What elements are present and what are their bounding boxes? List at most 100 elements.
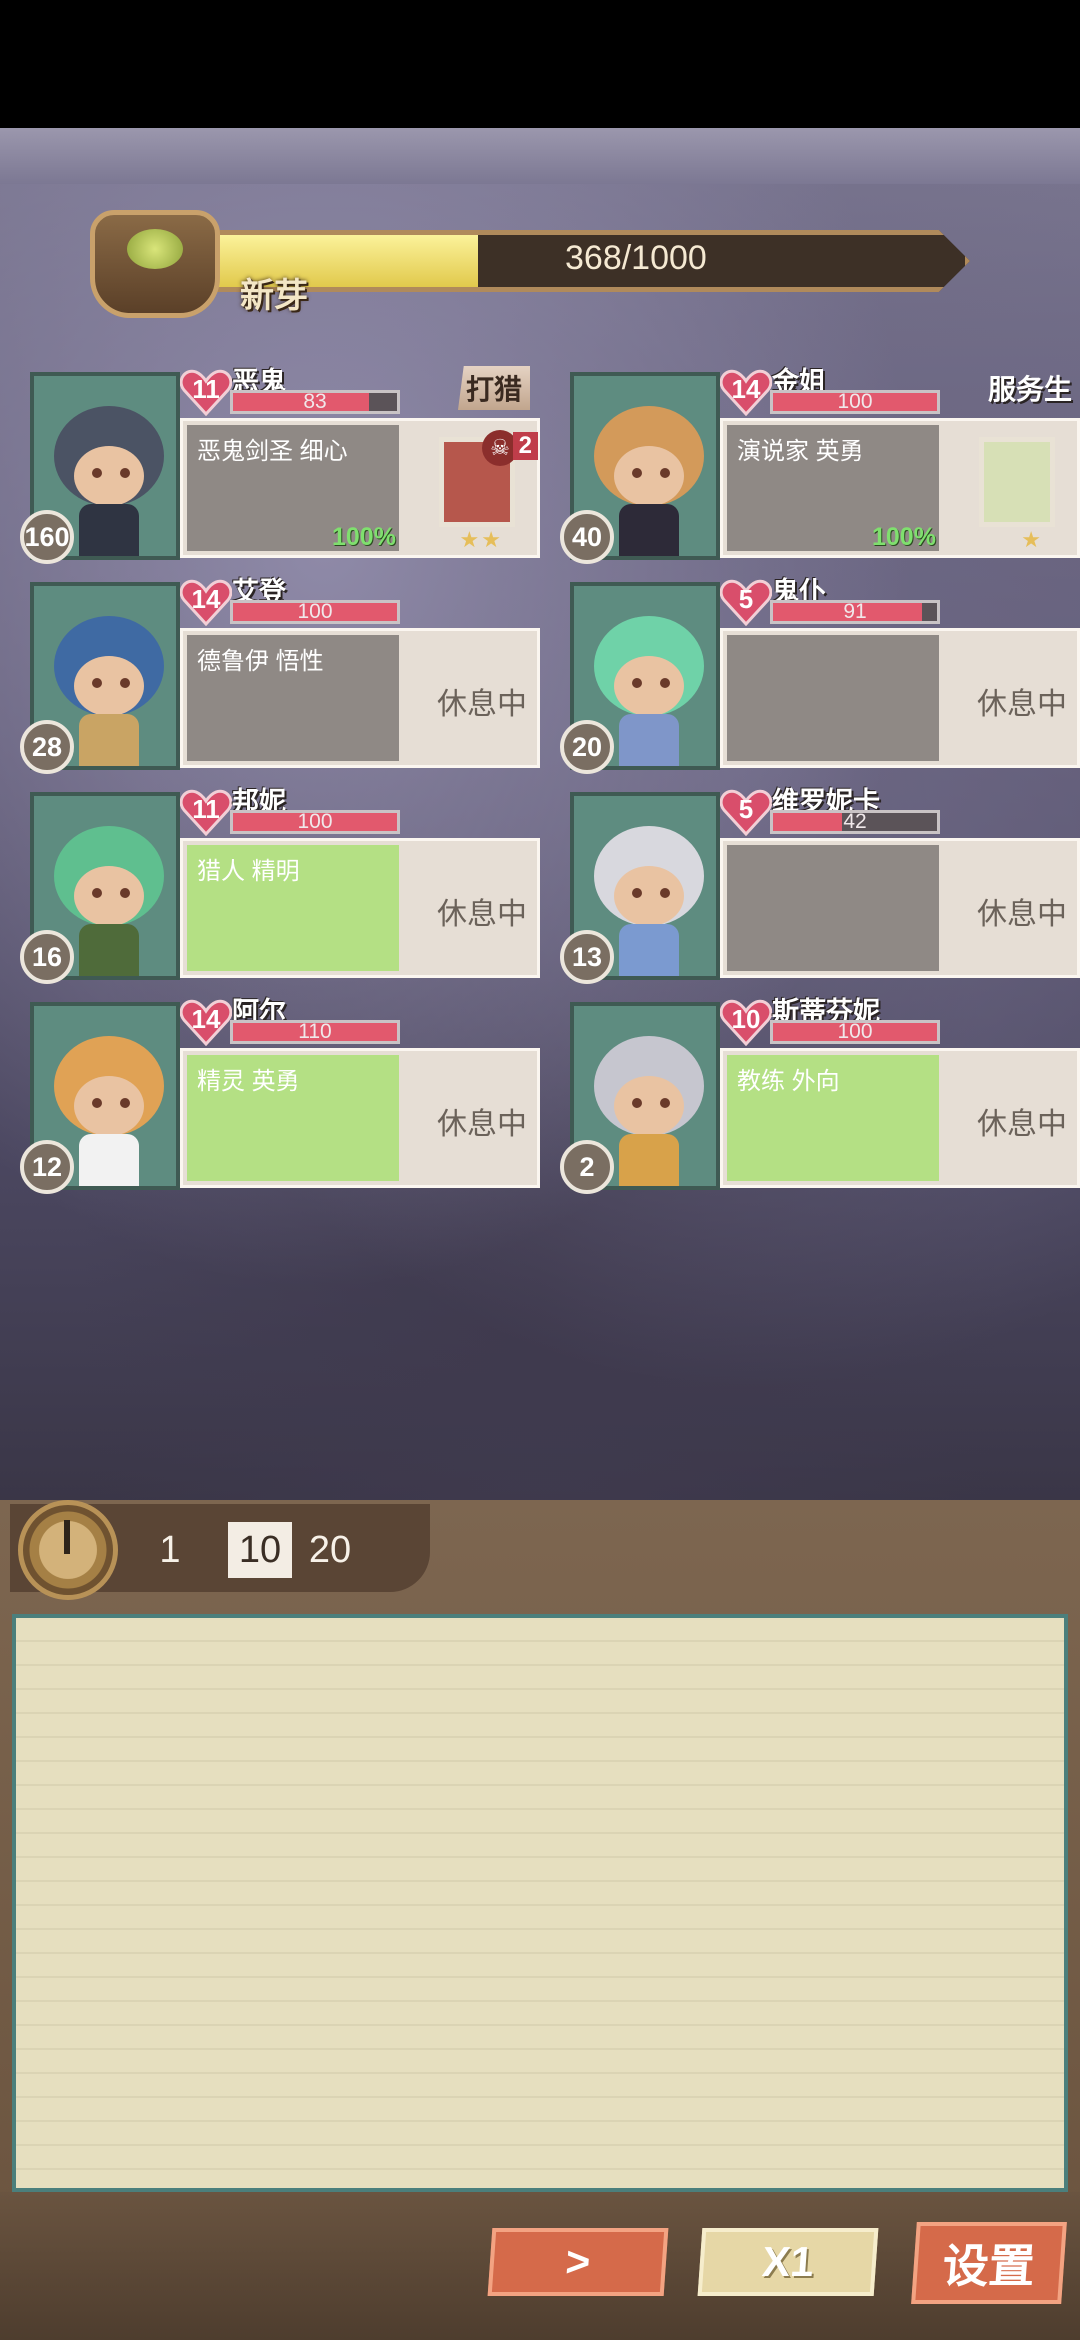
rank-emblem-icon: [90, 210, 220, 318]
eye: [632, 1098, 642, 1108]
trait-box: 精灵 英勇: [187, 1055, 399, 1181]
resting-label: 休息中: [977, 898, 1067, 931]
eye: [120, 888, 130, 898]
traits-text: 教练 外向: [737, 1068, 840, 1095]
resting-label: 休息中: [977, 1108, 1067, 1141]
level-badge: 16: [20, 930, 74, 984]
status-panel[interactable]: 德鲁伊 悟性 休息中: [180, 628, 540, 768]
hp-bar: 100: [770, 1020, 940, 1044]
level-badge: 28: [20, 720, 74, 774]
trait-box: 恶鬼剑圣 细心 100%: [187, 425, 399, 551]
eye: [92, 1098, 102, 1108]
character-card[interactable]: 40 14 金姐 100 演说家 英勇 100% ★ 服务生: [560, 360, 1080, 564]
level-badge: 20: [560, 720, 614, 774]
hp-value: 110: [298, 1020, 332, 1043]
face: [614, 1076, 684, 1136]
hp-bar: 100: [230, 600, 400, 624]
affection-value: 14: [191, 1004, 221, 1034]
status-panel[interactable]: 猎人 精明 休息中: [180, 838, 540, 978]
outfit: [79, 1134, 139, 1186]
resting-label: 休息中: [437, 898, 527, 931]
hp-value: 100: [837, 390, 873, 413]
status-panel[interactable]: 演说家 英勇 100% ★: [720, 418, 1080, 558]
face: [614, 866, 684, 926]
hp-value: 42: [843, 810, 867, 833]
outfit: [619, 504, 679, 556]
affection-value: 10: [731, 1004, 761, 1034]
status-panel[interactable]: 精灵 英勇 休息中: [180, 1048, 540, 1188]
outfit: [79, 714, 139, 766]
character-card[interactable]: 13 5 维罗妮卡 42 休息中: [560, 780, 1080, 984]
character-card[interactable]: 2 10 斯蒂芬妮 100 教练 外向 休息中: [560, 990, 1080, 1194]
status-panel[interactable]: 教练 外向 休息中: [720, 1048, 1080, 1188]
outfit: [619, 924, 679, 976]
settings-button[interactable]: 设置: [911, 2222, 1067, 2304]
affection-value: 11: [192, 374, 220, 404]
hp-value: 100: [297, 600, 333, 623]
hp-bar: 100: [230, 810, 400, 834]
task-progress: 100%: [872, 523, 936, 551]
traits-text: 恶鬼剑圣 细心: [197, 438, 348, 465]
eye: [632, 468, 642, 478]
clock-hand: [64, 1520, 70, 1554]
xp-text: 368/1000: [565, 239, 707, 277]
affection-value: 14: [731, 374, 761, 404]
log-speed-10[interactable]: 10: [228, 1522, 292, 1578]
character-card[interactable]: 160 11 恶鬼 83 恶鬼剑圣 细心 100% ★★ 打猎 ☠ 2: [20, 360, 540, 564]
level-badge: 2: [560, 1140, 614, 1194]
level-badge: 12: [20, 1140, 74, 1194]
speed-button[interactable]: X1: [697, 2228, 879, 2296]
trait-box: 教练 外向: [727, 1055, 939, 1181]
affection-value: 5: [738, 584, 754, 614]
character-card[interactable]: 28 14 艾登 100 德鲁伊 悟性 休息中: [20, 570, 540, 774]
trait-box: 德鲁伊 悟性: [187, 635, 399, 761]
eye: [632, 678, 642, 688]
hp-value: 100: [837, 1020, 873, 1043]
character-card[interactable]: 12 14 阿尔 110 精灵 英勇 休息中: [20, 990, 540, 1194]
outfit: [619, 1134, 679, 1186]
resting-label: 休息中: [977, 688, 1067, 721]
eye: [660, 468, 670, 478]
status-panel[interactable]: 休息中: [720, 838, 1080, 978]
status-panel[interactable]: 休息中: [720, 628, 1080, 768]
outfit: [79, 924, 139, 976]
log-speed-1[interactable]: 1: [138, 1522, 202, 1578]
character-card[interactable]: 16 11 邦妮 100 猎人 精明 休息中: [20, 780, 540, 984]
task-stars: ★★: [459, 527, 503, 552]
rank-progress: 368/1000 新芽: [90, 200, 990, 320]
character-card[interactable]: 20 5 鬼仆 91 休息中: [560, 570, 1080, 774]
hp-bar: 42: [770, 810, 940, 834]
scene-top-strip: [0, 128, 1080, 184]
eye: [92, 888, 102, 898]
log-speed-20[interactable]: 20: [298, 1522, 362, 1578]
resting-label: 休息中: [437, 688, 527, 721]
level-badge: 40: [560, 510, 614, 564]
affection-value: 5: [738, 794, 754, 824]
eye: [660, 1098, 670, 1108]
eye: [92, 678, 102, 688]
eye: [120, 678, 130, 688]
sprout-icon: [127, 229, 183, 269]
affection-value: 11: [192, 794, 220, 824]
service-task-icon[interactable]: [979, 437, 1055, 527]
traits-text: 精灵 英勇: [197, 1068, 300, 1095]
hp-bar: 91: [770, 600, 940, 624]
face: [614, 656, 684, 716]
trait-box: [727, 845, 939, 971]
level-badge: 13: [560, 930, 614, 984]
face: [74, 656, 144, 716]
hp-bar: 110: [230, 1020, 400, 1044]
face: [74, 866, 144, 926]
xp-bar-fill: [195, 235, 479, 287]
face: [74, 446, 144, 506]
eye: [120, 468, 130, 478]
face: [614, 446, 684, 506]
task-stars: ★: [1021, 527, 1043, 552]
eye: [92, 468, 102, 478]
event-log-panel[interactable]: [12, 1614, 1068, 2192]
task-progress: 100%: [332, 523, 396, 551]
resting-label: 休息中: [437, 1108, 527, 1141]
next-button[interactable]: >: [487, 2228, 669, 2296]
affection-value: 14: [191, 584, 221, 614]
hp-value: 91: [843, 600, 867, 623]
